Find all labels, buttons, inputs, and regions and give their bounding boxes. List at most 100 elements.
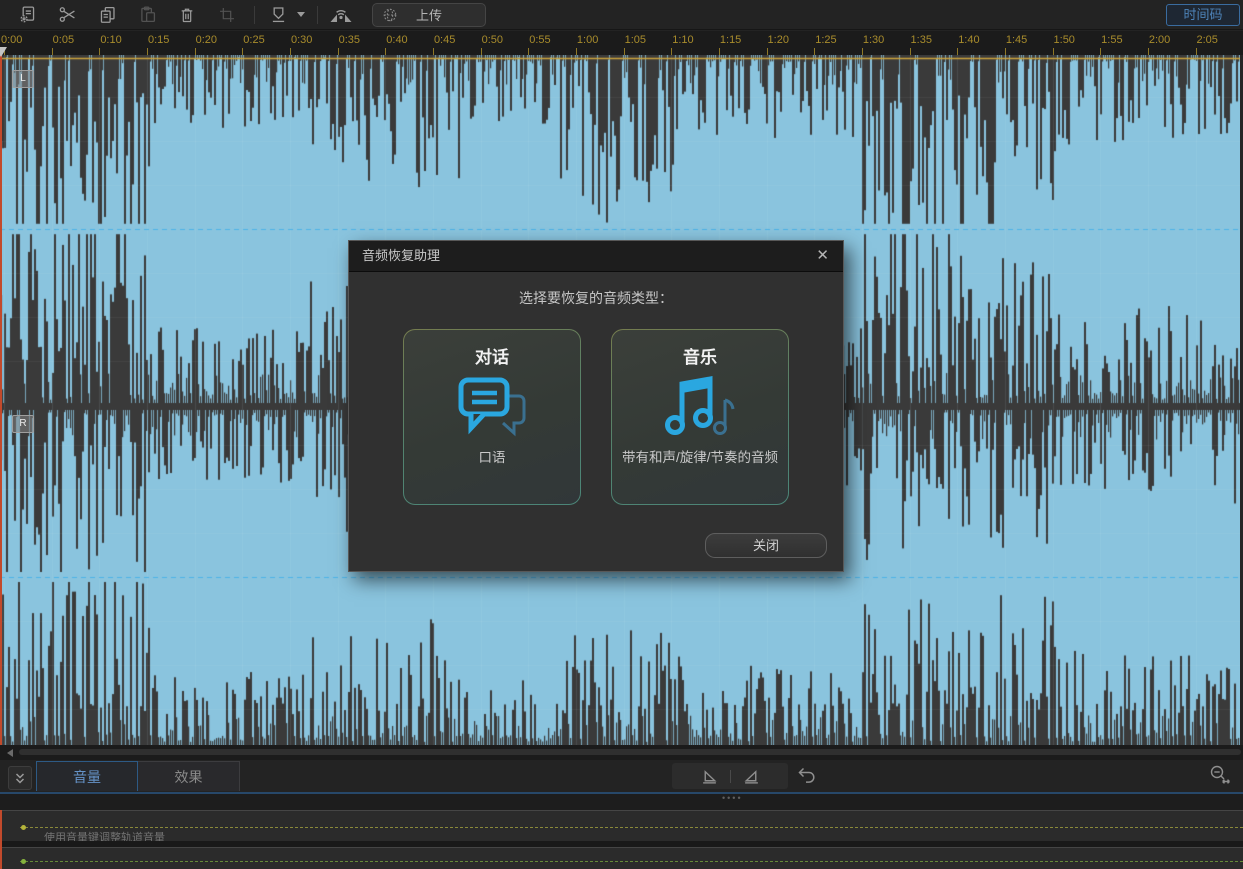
ruler-tick	[861, 48, 863, 55]
ruler-time-label: 0:30	[290, 34, 313, 46]
ruler-time-label: 1:25	[815, 34, 837, 46]
ruler-time-label: 1:35	[910, 34, 932, 46]
upload-label: 上传	[415, 8, 442, 23]
scroll-left-arrow-icon[interactable]	[7, 749, 13, 757]
channel-label-left: L	[12, 70, 34, 88]
marker-dropdown-caret-icon[interactable]	[297, 12, 305, 17]
ruler-tick	[1195, 48, 1197, 55]
ruler-tick	[671, 48, 673, 55]
ruler-tick	[432, 48, 434, 55]
ruler-tick	[1052, 48, 1054, 55]
collapse-panel-button[interactable]	[8, 766, 32, 790]
ruler-time-label: 0:10	[100, 34, 122, 46]
card-music-title: 音乐	[683, 348, 717, 367]
dialog-close-icon[interactable]: ✕	[812, 241, 833, 271]
ruler-time-label: 0:25	[243, 34, 265, 46]
toolbar-separator	[317, 5, 318, 24]
loudness-icon[interactable]	[328, 3, 354, 27]
ruler-tick	[1147, 48, 1149, 55]
horizontal-scrollbar[interactable]	[19, 749, 1241, 755]
ruler-tick	[718, 48, 720, 55]
session-properties-icon[interactable]	[14, 3, 40, 27]
card-music[interactable]: 音乐 带有和声/旋律/节奏的音频	[611, 329, 789, 505]
dialog-prompt: 选择要恢复的音频类型：	[519, 290, 673, 306]
ruler-time-label: 0:20	[195, 34, 218, 46]
volume-envelope-lane: 使用音量键调整轨道音量	[0, 810, 1243, 844]
globe-icon	[383, 8, 397, 21]
ruler-tick	[289, 48, 291, 55]
delete-icon[interactable]	[174, 3, 200, 27]
volume-envelope-line[interactable]	[20, 827, 1243, 828]
ruler-time-label: 0:00	[1, 34, 23, 46]
timeline-ruler[interactable]: 0:00 0:05 0:10 0:15 0:20 0:25 0:30 0:35 0:40 0:45…	[0, 31, 1243, 55]
ruler-time-label: 0:35	[338, 34, 361, 46]
ruler-tick	[623, 48, 625, 55]
playhead-handle[interactable]	[0, 47, 7, 57]
ruler-tick	[242, 48, 244, 55]
ruler-tick	[957, 48, 959, 55]
ruler-time-label: 1:50	[1053, 34, 1075, 46]
panel-resize-handle[interactable]: ••••	[722, 793, 743, 803]
ruler-time-label: 2:00	[1148, 34, 1171, 46]
ruler-tick	[194, 48, 196, 55]
cut-icon[interactable]	[54, 3, 80, 27]
pan-keyframe-dot[interactable]	[21, 859, 26, 864]
ruler-tick	[814, 48, 816, 55]
ruler-tick	[99, 48, 101, 55]
volume-keyframe-dot[interactable]	[21, 825, 26, 830]
copy-icon[interactable]	[94, 3, 120, 27]
ruler-tick	[480, 48, 482, 55]
pan-envelope-lane	[0, 847, 1243, 869]
ruler-time-label: 0:55	[529, 34, 551, 46]
ruler-tick	[909, 48, 911, 55]
channel-label-right: R	[12, 415, 34, 433]
ruler-time-label: 1:20	[767, 34, 789, 46]
ruler-tick	[528, 48, 530, 55]
card-dialogue-subtitle: 口语	[478, 450, 506, 465]
ruler-time-label: 1:45	[1005, 34, 1028, 46]
panel-tabs: 音量 效果	[36, 761, 240, 791]
dialog-titlebar[interactable]: 音频恢复助理 ✕	[349, 241, 843, 272]
ruler-time-label: 1:15	[719, 34, 742, 46]
ruler-tick	[1100, 48, 1102, 55]
ruler-time-label: 0:15	[147, 34, 170, 46]
ruler-tick	[51, 48, 53, 55]
ruler-time-label: 0:50	[481, 34, 504, 46]
audio-type-cards: 对话 口语 音乐 带有和声/旋律/节奏的音频	[403, 329, 789, 505]
ruler-tick	[1004, 48, 1006, 55]
undo-icon[interactable]	[797, 765, 817, 784]
panel-resize-strip: ••••	[0, 793, 1243, 810]
upload-button[interactable]: 上传	[372, 2, 486, 27]
volume-envelope-icon[interactable]	[701, 768, 718, 785]
chat-bubbles-icon	[404, 368, 580, 448]
trim-icon[interactable]	[214, 3, 240, 27]
marker-icon[interactable]	[265, 3, 291, 27]
tab-effects[interactable]: 效果	[138, 761, 240, 791]
ruler-time-label: 1:30	[862, 34, 885, 46]
playhead-line[interactable]	[0, 48, 2, 762]
dialog-title: 音频恢复助理	[362, 248, 441, 263]
pan-envelope-line[interactable]	[20, 861, 1243, 862]
card-dialogue-title: 对话	[475, 348, 509, 367]
timecode-button[interactable]: 时间码	[1166, 4, 1240, 26]
chevron-double-down-icon	[15, 772, 25, 784]
ruler-tick	[385, 48, 387, 55]
card-dialogue[interactable]: 对话 口语	[403, 329, 581, 505]
ruler-time-label: 1:10	[672, 34, 694, 46]
paste-icon[interactable]	[134, 3, 160, 27]
audio-editor-window: 上传 时间码 0:00 0:05 0:10 0:15 0:20 0:25 0:30 0:35 0…	[0, 0, 1243, 869]
pan-envelope-icon[interactable]	[743, 768, 760, 785]
ruler-time-label: 1:05	[624, 34, 646, 46]
zoom-out-horizontal-icon[interactable]	[1208, 764, 1231, 785]
bottom-toolbar: 音量 效果	[0, 760, 1243, 792]
dialog-close-button[interactable]: 关闭	[705, 533, 827, 558]
tab-volume[interactable]: 音量	[36, 761, 138, 791]
ruler-time-label: 1:55	[1101, 34, 1123, 46]
ruler-time-label: 0:05	[52, 34, 75, 46]
playhead-line-lower	[0, 810, 2, 869]
ruler-time-label: 2:05	[1196, 34, 1218, 46]
ruler-tick	[575, 48, 577, 55]
audio-restore-dialog: 音频恢复助理 ✕ 选择要恢复的音频类型： 对话 口语 音乐 带有和声/旋律/节奏…	[348, 240, 844, 572]
music-notes-icon	[612, 368, 788, 448]
ruler-time-label: 0:40	[386, 34, 408, 46]
